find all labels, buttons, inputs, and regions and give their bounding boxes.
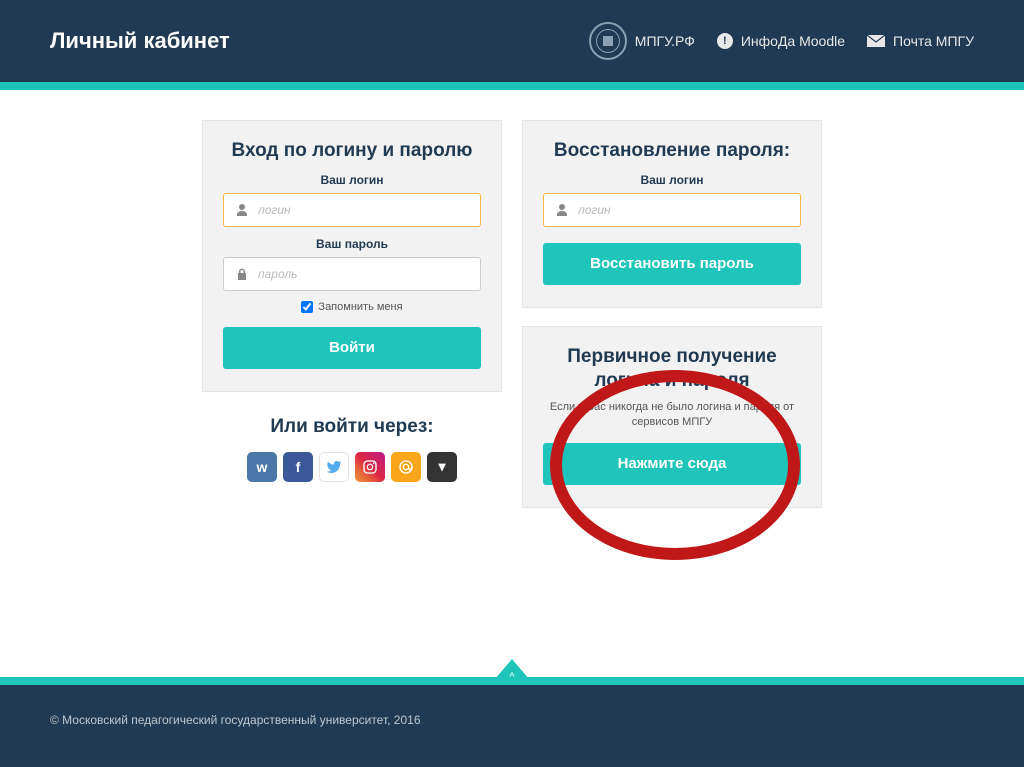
nav-mpgu[interactable]: МПГУ.РФ (589, 22, 695, 60)
mail-icon (867, 35, 885, 47)
accent-bar (0, 82, 1024, 90)
twitter-icon[interactable] (319, 452, 349, 482)
user-icon (232, 204, 252, 216)
footer: © Московский педагогический государствен… (0, 685, 1024, 767)
primary-subtitle: Если у Вас никогда не было логина и паро… (543, 400, 801, 429)
scroll-top-button[interactable]: ^ (490, 659, 534, 685)
copyright: © Московский педагогический государствен… (50, 713, 421, 727)
alt-login-section: Или войти через: w f ▾ (202, 410, 502, 482)
remember-checkbox[interactable] (301, 301, 313, 313)
vk-icon[interactable]: w (247, 452, 277, 482)
dropdown-icon[interactable]: ▾ (427, 452, 457, 482)
header-nav: МПГУ.РФ ! ИнфоДа Moodle Почта МПГУ (589, 22, 974, 60)
recover-button[interactable]: Восстановить пароль (543, 243, 801, 285)
primary-card: Первичное получение логина и пароля Если… (522, 326, 822, 508)
password-input[interactable] (252, 267, 472, 281)
login-input[interactable] (252, 203, 472, 217)
login-card: Вход по логину и паролю Ваш логин Ваш па… (202, 120, 502, 392)
info-icon: ! (717, 33, 733, 49)
left-column: Вход по логину и паролю Ваш логин Ваш па… (202, 120, 502, 508)
login-field-label: Ваш логин (223, 173, 481, 187)
password-input-wrap[interactable] (223, 257, 481, 291)
instagram-icon[interactable] (355, 452, 385, 482)
recover-input[interactable] (572, 203, 792, 217)
login-input-wrap[interactable] (223, 193, 481, 227)
mailru-icon[interactable] (391, 452, 421, 482)
seal-icon (589, 22, 627, 60)
recover-title: Восстановление пароля: (543, 139, 801, 163)
main-content: Вход по логину и паролю Ваш логин Ваш па… (0, 90, 1024, 508)
primary-title: Первичное получение логина и пароля (543, 345, 801, 393)
social-row: w f ▾ (202, 452, 502, 482)
nav-label: Почта МПГУ (893, 33, 974, 49)
footer-wrap: ^ © Московский педагогический государств… (0, 677, 1024, 767)
nav-infoda[interactable]: ! ИнфоДа Moodle (717, 33, 845, 49)
right-column: Восстановление пароля: Ваш логин Восстан… (522, 120, 822, 508)
remember-label: Запомнить меня (318, 301, 402, 313)
page-title: Личный кабинет (50, 28, 230, 54)
remember-checkbox-wrap[interactable]: Запомнить меня (223, 301, 481, 313)
login-title: Вход по логину и паролю (223, 139, 481, 163)
nav-label: МПГУ.РФ (635, 33, 695, 49)
chevron-up-icon: ^ (509, 671, 514, 683)
recover-input-wrap[interactable] (543, 193, 801, 227)
nav-label: ИнфоДа Moodle (741, 33, 845, 49)
login-button[interactable]: Войти (223, 327, 481, 369)
nav-mail[interactable]: Почта МПГУ (867, 33, 974, 49)
facebook-icon[interactable]: f (283, 452, 313, 482)
user-icon (552, 204, 572, 216)
password-field-label: Ваш пароль (223, 237, 481, 251)
primary-button[interactable]: Нажмите сюда (543, 443, 801, 485)
recover-card: Восстановление пароля: Ваш логин Восстан… (522, 120, 822, 308)
lock-icon (232, 268, 252, 280)
alt-login-title: Или войти через: (202, 416, 502, 438)
recover-field-label: Ваш логин (543, 173, 801, 187)
header: Личный кабинет МПГУ.РФ ! ИнфоДа Moodle П… (0, 0, 1024, 82)
footer-accent: ^ (0, 677, 1024, 685)
